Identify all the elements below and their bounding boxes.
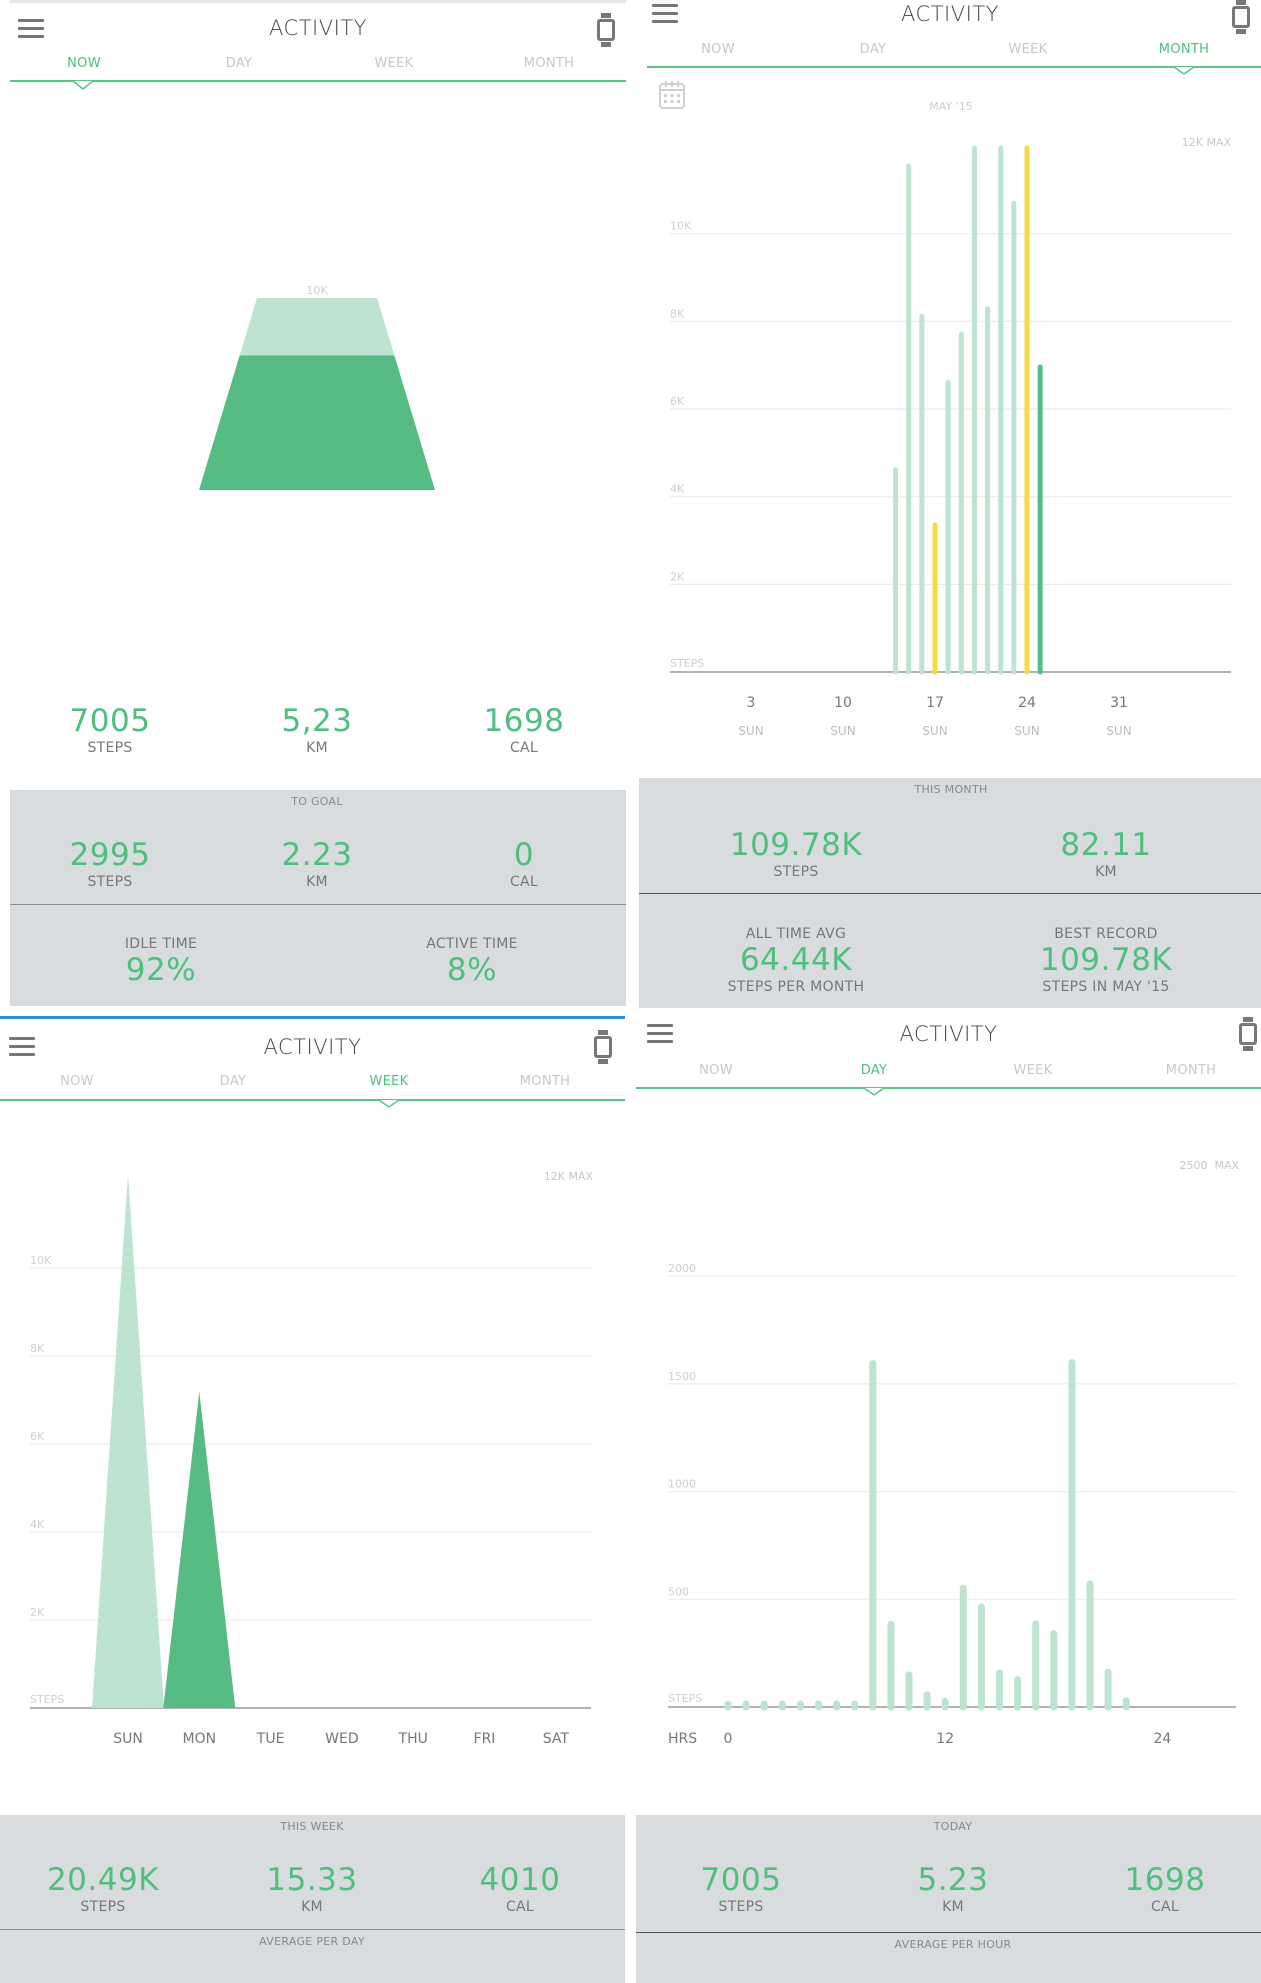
y-tick-label: 2K bbox=[30, 1606, 45, 1619]
x-tick-label: THU bbox=[398, 1731, 428, 1747]
y-axis-name: STEPS bbox=[668, 1692, 702, 1705]
x-tick-sublabel: SUN bbox=[830, 724, 855, 738]
x-tick-label: 3 bbox=[747, 695, 756, 711]
x-tick-label: SUN bbox=[113, 1731, 143, 1747]
section-divider bbox=[10, 904, 626, 905]
x-tick-label: SAT bbox=[543, 1731, 570, 1747]
y-tick-label: 10K bbox=[670, 220, 692, 233]
stat-cal: 1698 CAL bbox=[483, 703, 565, 757]
y-tick-label: 4K bbox=[30, 1518, 45, 1531]
week-screen: ACTIVITY NOW DAY WEEK MONTH 12K MAX 2K 4K… bbox=[0, 1016, 625, 1983]
y-tick-label: 8K bbox=[30, 1342, 45, 1355]
y-tick-label: 2K bbox=[670, 570, 685, 583]
week-cal: 4010 CAL bbox=[479, 1862, 561, 1916]
stat-steps: 7005 STEPS bbox=[69, 703, 151, 757]
today-steps: 7005 STEPS bbox=[700, 1862, 782, 1916]
goal-label: 10K bbox=[306, 284, 328, 297]
x-tick-label: MON bbox=[183, 1731, 217, 1747]
goal-progress-chart: 10K bbox=[199, 284, 435, 490]
x-tick-label: WED bbox=[325, 1731, 358, 1747]
x-tick-label: 31 bbox=[1110, 695, 1128, 711]
y-tick-label: 500 bbox=[668, 1585, 689, 1598]
y-axis-name: STEPS bbox=[30, 1693, 64, 1706]
best-record: BEST RECORD 109.78K STEPS IN MAY '15 bbox=[1039, 926, 1173, 995]
to-goal-cal: 0 CAL bbox=[509, 837, 539, 891]
to-goal-km: 2.23 KM bbox=[281, 837, 353, 891]
x-tick-sublabel: SUN bbox=[922, 724, 947, 738]
week-km: 15.33 KM bbox=[266, 1862, 358, 1916]
y-tick-label: 6K bbox=[30, 1430, 45, 1443]
idle-time: IDLE TIME 92% bbox=[124, 936, 198, 988]
y-tick-label: 4K bbox=[670, 483, 685, 496]
month-screen: ACTIVITY NOW DAY WEEK MONTH MAY '15 12K … bbox=[639, 0, 1261, 1008]
stat-km: 5,23 KM bbox=[281, 703, 353, 757]
x-tick-label: 17 bbox=[926, 695, 944, 711]
max-label: 12K MAX bbox=[544, 1170, 594, 1183]
y-tick-label: 1000 bbox=[668, 1478, 696, 1491]
section-divider bbox=[636, 1932, 1261, 1933]
x-tick-sublabel: SUN bbox=[1014, 724, 1039, 738]
x-tick-sublabel: SUN bbox=[738, 724, 763, 738]
to-goal-heading: TO GOAL bbox=[291, 795, 343, 808]
today-cal: 1698 CAL bbox=[1124, 1862, 1206, 1916]
y-tick-label: 6K bbox=[670, 395, 685, 408]
y-axis-name: STEPS bbox=[670, 657, 704, 670]
section-divider bbox=[639, 893, 1261, 894]
now-screen: ACTIVITY NOW DAY WEEK MONTH 10K 7005 STEP… bbox=[10, 0, 626, 1006]
today-heading: TODAY bbox=[933, 1820, 973, 1833]
y-tick-label: 10K bbox=[30, 1254, 52, 1267]
y-tick-label: 2000 bbox=[668, 1262, 696, 1275]
x-tick-label: 0 bbox=[724, 1731, 733, 1747]
max-label: 2500 MAX bbox=[1179, 1159, 1239, 1172]
x-tick-label: FRI bbox=[474, 1731, 496, 1747]
average-per-day-heading: AVERAGE PER DAY bbox=[259, 1935, 365, 1948]
today-section: TODAY 7005 STEPS 5.23 KM 1698 CAL AVERAGE P… bbox=[636, 1815, 1261, 1983]
today-km: 5.23 KM bbox=[917, 1862, 989, 1916]
x-tick-label: 12 bbox=[936, 1731, 954, 1747]
steps-progress-fill bbox=[199, 355, 435, 490]
week-steps-chart: 12K MAX 2K 4K 6K 8K 10K STEPS SUN MON TUE WED THU… bbox=[30, 1170, 594, 1747]
week-steps: 20.49K STEPS bbox=[46, 1862, 160, 1916]
month-steps: 109.78K STEPS bbox=[729, 827, 863, 881]
this-month-section: THIS MONTH 109.78K STEPS 82.11 KM ALL TIME… bbox=[639, 778, 1261, 1008]
x-tick-label: 24 bbox=[1018, 695, 1036, 711]
day-screen: ACTIVITY NOW DAY WEEK MONTH 2500 MAX 500… bbox=[636, 1014, 1261, 1983]
x-axis-name: HRS bbox=[668, 1731, 697, 1747]
x-tick-label: 10 bbox=[834, 695, 852, 711]
y-tick-label: 8K bbox=[670, 307, 685, 320]
all-time-avg: ALL TIME AVG 64.44K STEPS PER MONTH bbox=[727, 926, 865, 995]
this-month-heading: THIS MONTH bbox=[914, 783, 988, 796]
week-day-area bbox=[163, 1391, 236, 1708]
month-km: 82.11 KM bbox=[1060, 827, 1152, 881]
max-label: 12K MAX bbox=[1182, 136, 1232, 149]
y-tick-label: 1500 bbox=[668, 1370, 696, 1383]
week-day-area bbox=[92, 1174, 164, 1708]
to-goal-section: TO GOAL 2995 STEPS 2.23 KM 0 CAL IDLE TIME 9… bbox=[10, 790, 626, 1006]
section-divider bbox=[0, 1929, 625, 1930]
this-week-section: THIS WEEK 20.49K STEPS 15.33 KM 4010 CAL AV… bbox=[0, 1815, 625, 1983]
goal-remaining-fill bbox=[239, 298, 395, 356]
x-tick-sublabel: SUN bbox=[1106, 724, 1131, 738]
day-steps-chart: 2500 MAX 500 1000 1500 2000 STEPS HRS 0 12 24 bbox=[668, 1159, 1239, 1747]
month-steps-chart: MAY '15 12K MAX 2K 4K 6K 8K 10K STEPS 3 SUN 10 S… bbox=[670, 100, 1232, 738]
month-period-label: MAY '15 bbox=[929, 100, 972, 113]
x-tick-label: 24 bbox=[1153, 1731, 1171, 1747]
average-per-hour-heading: AVERAGE PER HOUR bbox=[894, 1938, 1012, 1951]
this-week-heading: THIS WEEK bbox=[280, 1820, 344, 1833]
active-time: ACTIVE TIME 8% bbox=[426, 936, 518, 988]
to-goal-steps: 2995 STEPS bbox=[69, 837, 151, 891]
x-tick-label: TUE bbox=[256, 1731, 285, 1747]
